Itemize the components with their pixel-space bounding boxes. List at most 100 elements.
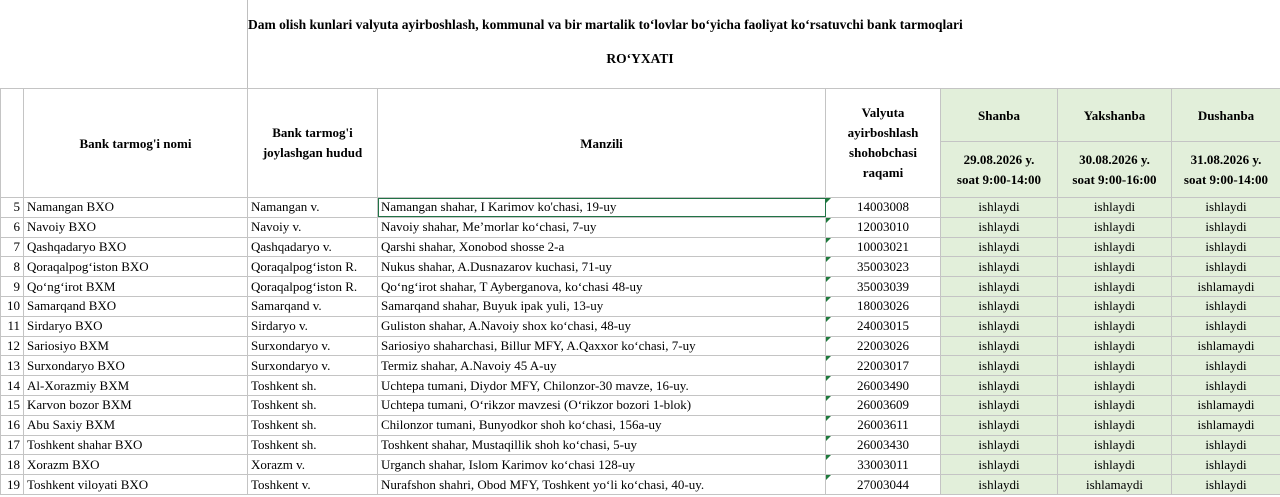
region-cell[interactable]: Toshkent v. [247,474,378,495]
address-cell[interactable]: Urganch shahar, Islom Karimov ko‘chasi 1… [377,454,826,476]
sunday-status-cell[interactable]: ishlamaydi [1057,474,1172,495]
exchange-code-cell[interactable]: 22003017 [825,355,941,377]
region-cell[interactable]: Xorazm v. [247,454,378,476]
exchange-code-cell[interactable]: 10003021 [825,236,941,258]
saturday-status-cell[interactable]: ishlaydi [940,434,1058,456]
exchange-code-cell[interactable]: 33003011 [825,454,941,476]
saturday-status-cell[interactable]: ishlaydi [940,394,1058,416]
exchange-code-cell[interactable]: 27003044 [825,474,941,495]
saturday-status-cell[interactable]: ishlaydi [940,375,1058,396]
saturday-status-cell[interactable]: ishlaydi [940,236,1058,258]
address-cell[interactable]: Qo‘ng‘irot shahar, T Ayberganova, ko‘cha… [377,276,826,297]
sunday-status-cell[interactable]: ishlaydi [1057,454,1172,476]
sunday-status-cell[interactable]: ishlaydi [1057,335,1172,357]
sunday-status-cell[interactable]: ishlaydi [1057,375,1172,396]
row-number[interactable]: 15 [0,394,24,416]
saturday-status-cell[interactable]: ishlaydi [940,216,1058,238]
row-number[interactable]: 13 [0,355,24,377]
saturday-status-cell[interactable]: ishlaydi [940,355,1058,377]
address-cell[interactable]: Samarqand shahar, Buyuk ipak yuli, 13-uy [377,295,826,317]
address-cell[interactable]: Nurafshon shahri, Obod MFY, Toshkent yo‘… [377,474,826,495]
monday-status-cell[interactable]: ishlamaydi [1171,394,1280,416]
address-cell[interactable]: Sariosiyo shaharchasi, Billur MFY, A.Qax… [377,335,826,357]
bank-name-cell[interactable]: Qashqadaryo BXO [23,236,248,258]
header-region[interactable]: Bank tarmog'i joylashgan hudud [247,88,378,198]
sunday-status-cell[interactable]: ishlaydi [1057,276,1172,297]
address-cell[interactable]: Guliston shahar, A.Navoiy shox ko‘chasi,… [377,315,826,337]
bank-name-cell[interactable]: Toshkent viloyati BXO [23,474,248,495]
row-number[interactable]: 7 [0,236,24,258]
exchange-code-cell[interactable]: 26003490 [825,375,941,396]
saturday-status-cell[interactable]: ishlaydi [940,315,1058,337]
bank-name-cell[interactable]: Toshkent shahar BXO [23,434,248,456]
header-number[interactable] [0,88,24,198]
saturday-status-cell[interactable]: ishlaydi [940,454,1058,476]
region-cell[interactable]: Samarqand v. [247,295,378,317]
sunday-status-cell[interactable]: ishlaydi [1057,216,1172,238]
monday-status-cell[interactable]: ishlaydi [1171,216,1280,238]
header-date-saturday[interactable]: 29.08.2026 y. soat 9:00-14:00 [940,141,1058,198]
region-cell[interactable]: Qashqadaryo v. [247,236,378,258]
monday-status-cell[interactable]: ishlamaydi [1171,414,1280,436]
sunday-status-cell[interactable]: ishlaydi [1057,355,1172,377]
region-cell[interactable]: Sirdaryo v. [247,315,378,337]
region-cell[interactable]: Surxondaryo v. [247,355,378,377]
row-number[interactable]: 8 [0,256,24,278]
saturday-status-cell[interactable]: ishlaydi [940,474,1058,495]
bank-name-cell[interactable]: Sariosiyo BXM [23,335,248,357]
bank-name-cell[interactable]: Xorazm BXO [23,454,248,476]
header-day-monday[interactable]: Dushanba [1171,88,1280,142]
address-cell[interactable]: Nukus shahar, A.Dusnazarov kuchasi, 71-u… [377,256,826,278]
bank-name-cell[interactable]: Surxondaryo BXO [23,355,248,377]
exchange-code-cell[interactable]: 18003026 [825,295,941,317]
header-day-sunday[interactable]: Yakshanba [1057,88,1172,142]
header-date-monday[interactable]: 31.08.2026 y. soat 9:00-14:00 [1171,141,1280,198]
sunday-status-cell[interactable]: ishlaydi [1057,236,1172,258]
monday-status-cell[interactable]: ishlaydi [1171,197,1280,218]
region-cell[interactable]: Qoraqalpog‘iston R. [247,256,378,278]
bank-name-cell[interactable]: Sirdaryo BXO [23,315,248,337]
bank-name-cell[interactable]: Qo‘ng‘irot BXM [23,276,248,297]
address-cell[interactable]: Qarshi shahar, Xonobod shosse 2-a [377,236,826,258]
saturday-status-cell[interactable]: ishlaydi [940,414,1058,436]
bank-name-cell[interactable]: Navoiy BXO [23,216,248,238]
sunday-status-cell[interactable]: ishlaydi [1057,315,1172,337]
address-cell[interactable]: Uchtepa tumani, Diydor MFY, Chilonzor-30… [377,375,826,396]
bank-name-cell[interactable]: Abu Saxiy BXM [23,414,248,436]
monday-status-cell[interactable]: ishlamaydi [1171,276,1280,297]
monday-status-cell[interactable]: ishlaydi [1171,295,1280,317]
saturday-status-cell[interactable]: ishlaydi [940,335,1058,357]
address-cell[interactable]: Namangan shahar, I Karimov ko'chasi, 19-… [377,197,826,218]
header-day-saturday[interactable]: Shanba [940,88,1058,142]
sunday-status-cell[interactable]: ishlaydi [1057,256,1172,278]
sunday-status-cell[interactable]: ishlaydi [1057,414,1172,436]
bank-name-cell[interactable]: Al-Xorazmiy BXM [23,375,248,396]
row-number[interactable]: 11 [0,315,24,337]
address-cell[interactable]: Navoiy shahar, Me’morlar ko‘chasi, 7-uy [377,216,826,238]
row-number[interactable]: 9 [0,276,24,297]
exchange-code-cell[interactable]: 12003010 [825,216,941,238]
region-cell[interactable]: Toshkent sh. [247,375,378,396]
exchange-code-cell[interactable]: 35003023 [825,256,941,278]
row-number[interactable]: 17 [0,434,24,456]
exchange-code-cell[interactable]: 26003609 [825,394,941,416]
header-exchange-code[interactable]: Valyuta ayirboshlash shohobchasi raqami [825,88,941,198]
exchange-code-cell[interactable]: 35003039 [825,276,941,297]
header-bank-name[interactable]: Bank tarmog'i nomi [23,88,248,198]
sunday-status-cell[interactable]: ishlaydi [1057,197,1172,218]
address-cell[interactable]: Termiz shahar, A.Navoiy 45 A-uy [377,355,826,377]
monday-status-cell[interactable]: ishlaydi [1171,375,1280,396]
row-number[interactable]: 19 [0,474,24,495]
monday-status-cell[interactable]: ishlaydi [1171,434,1280,456]
monday-status-cell[interactable]: ishlaydi [1171,454,1280,476]
region-cell[interactable]: Surxondaryo v. [247,335,378,357]
sunday-status-cell[interactable]: ishlaydi [1057,295,1172,317]
exchange-code-cell[interactable]: 26003430 [825,434,941,456]
row-number[interactable]: 12 [0,335,24,357]
region-cell[interactable]: Toshkent sh. [247,414,378,436]
row-number[interactable]: 5 [0,197,24,218]
sunday-status-cell[interactable]: ishlaydi [1057,434,1172,456]
bank-name-cell[interactable]: Qoraqalpog‘iston BXO [23,256,248,278]
row-number[interactable]: 16 [0,414,24,436]
sunday-status-cell[interactable]: ishlaydi [1057,394,1172,416]
